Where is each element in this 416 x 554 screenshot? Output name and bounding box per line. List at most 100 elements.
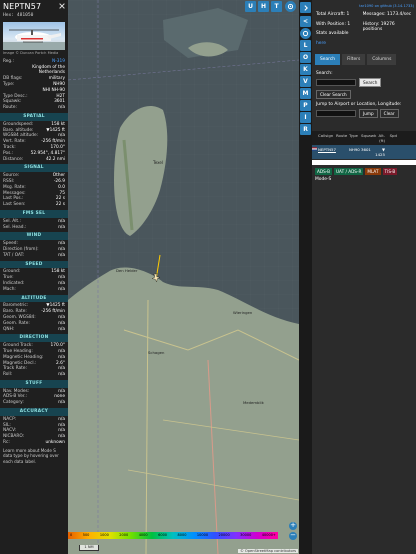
info-value: 42.2 nmi <box>45 156 65 162</box>
altitude-tick: 0 <box>70 533 73 537</box>
altitude-tick: 40000+ <box>261 533 276 537</box>
row-callsign: NEPTN57 <box>318 147 336 153</box>
strip-button-i[interactable]: I <box>300 112 311 123</box>
info-row: Mach: n/a <box>0 287 68 293</box>
info-label: Mach: <box>3 286 16 292</box>
strip-button-m[interactable]: M <box>300 88 311 99</box>
aircraft-info-panel: NEPTN57 Hex: 481050 Image © Duncan Portc… <box>0 0 68 554</box>
info-label: Reg.: <box>3 58 14 64</box>
altitude-tick: 20000 <box>218 533 230 537</box>
altitude-tick: 1000 <box>99 533 109 537</box>
col-callsign[interactable]: Callsign <box>318 133 336 143</box>
row-altitude: ▼ 1425 <box>375 147 385 158</box>
search-area: Search: Search Clear Search Jump to Airp… <box>312 65 416 127</box>
aircraft-photo[interactable] <box>3 22 65 50</box>
col-speed[interactable]: Spd <box>385 133 397 143</box>
info-value: 22 s <box>55 202 65 208</box>
table-row[interactable]: NEPTN57 NH90 3601 ▼ 1425 <box>312 145 416 160</box>
altitude-tick: 500 <box>82 533 90 537</box>
section-header[interactable]: SIGNAL <box>0 164 68 173</box>
section-header[interactable]: ALTITUDE <box>0 294 68 303</box>
col-type[interactable]: Type <box>349 133 361 143</box>
search-input[interactable] <box>316 79 356 87</box>
info-row: Roll: n/a <box>0 372 68 378</box>
info-value: n/a <box>58 224 65 230</box>
search-label: Search: <box>316 71 333 77</box>
altitude-legend: 0 500 1000 2000 4000 6000 8000 10000 20000 30000 4… <box>68 532 299 539</box>
map-view[interactable]: Den Helder Texel Wieringen Schagen Medem… <box>68 0 299 554</box>
col-route[interactable]: Route <box>336 133 349 143</box>
section-header[interactable]: STUFF <box>0 379 68 388</box>
stats-available: Stats available <box>316 31 349 37</box>
section-header[interactable]: SPATIAL <box>0 113 68 121</box>
aircraft-list-panel: tar1090 on github (3.14.1733) Total Airc… <box>312 0 416 554</box>
strip-button-l[interactable]: L <box>300 40 311 51</box>
info-label: Sel. Head.: <box>3 224 27 230</box>
panel-tabs: Search Filters Columns <box>312 46 416 66</box>
info-row: TAT / OAT: n/a <box>0 253 68 259</box>
section-header[interactable]: FMS SEL <box>0 209 68 218</box>
place-label-schagen: Schagen <box>148 350 165 355</box>
close-icon[interactable] <box>59 3 65 9</box>
layers-icon[interactable] <box>300 28 311 39</box>
row-route <box>336 147 349 157</box>
with-position: With Position: 1 <box>316 21 351 27</box>
strip-button-o[interactable]: O <box>300 52 311 63</box>
section-header[interactable]: ACCURACY <box>0 408 68 416</box>
search-button[interactable]: Search <box>359 78 382 88</box>
section-header[interactable]: SPEED <box>0 260 68 269</box>
info-value: Kingdom of the Netherlands <box>32 64 65 76</box>
info-value: n/a <box>58 400 65 406</box>
place-label-wieringen: Wieringen <box>233 310 253 315</box>
info-value: unknown <box>45 440 65 446</box>
info-value: n/a <box>58 372 65 378</box>
clear-button[interactable]: Clear <box>379 109 399 119</box>
info-row: Kingdom of the Netherlands <box>0 65 68 77</box>
jump-input[interactable] <box>316 110 356 118</box>
tab-search[interactable]: Search <box>315 54 341 66</box>
aircraft-table: Callsign Route Type Squawk Alt.(ft) Spd … <box>312 131 416 166</box>
section-header[interactable]: WIND <box>0 232 68 241</box>
section-header[interactable]: DIRECTION <box>0 334 68 343</box>
strip-button-collapse[interactable]: < <box>300 16 311 27</box>
tab-columns[interactable]: Columns <box>367 54 397 66</box>
place-label-texel: Texel <box>153 160 163 165</box>
strip-button-r[interactable]: R <box>300 124 311 135</box>
button-u[interactable]: U <box>245 1 256 12</box>
map-canvas[interactable] <box>68 0 299 554</box>
info-label: Distance: <box>3 156 24 162</box>
aircraft-header: NEPTN57 Hex: 481050 <box>0 0 68 22</box>
info-label: Type: <box>3 82 15 88</box>
place-label-medemblik: Medemblik <box>243 400 264 405</box>
info-value: n/a <box>58 252 65 258</box>
table-header: Callsign Route Type Squawk Alt.(ft) Spd <box>312 131 416 146</box>
row-type: NH90 <box>349 147 360 153</box>
strip-button-k[interactable]: K <box>300 64 311 75</box>
map-attribution[interactable]: © OpenStreetMap contributors <box>238 549 298 553</box>
button-h[interactable]: H <box>258 1 269 12</box>
version-link[interactable]: tar1090 on github (3.14.1733) <box>312 0 416 8</box>
zoom-in-button[interactable]: + <box>289 522 297 530</box>
place-label-den-helder: Den Helder <box>116 268 138 273</box>
button-t[interactable]: T <box>271 1 282 12</box>
jump-button[interactable]: Jump <box>359 109 378 119</box>
altitude-tick: 10000 <box>196 533 209 537</box>
stats-link[interactable]: here <box>316 41 363 46</box>
tab-filters[interactable]: Filters <box>342 54 366 66</box>
info-value: n/a <box>58 286 65 292</box>
chevron-right-icon[interactable] <box>300 2 311 13</box>
row-squawk: 3601 <box>361 147 371 153</box>
info-label: Rc: <box>3 440 10 446</box>
callsign-title: NEPTN57 <box>3 2 42 11</box>
jump-label: Jump to Airport or Location, Longitude: <box>316 102 402 108</box>
altitude-tick: 8000 <box>177 533 187 537</box>
info-row: Sel. Head.: n/a <box>0 225 68 231</box>
altitude-tick: 30000 <box>240 533 252 537</box>
clear-search-button[interactable]: Clear Search <box>316 90 351 100</box>
info-label: Route: <box>3 105 17 111</box>
strip-button-v[interactable]: V <box>300 76 311 87</box>
settings-icon[interactable] <box>285 1 296 12</box>
col-altitude[interactable]: Alt.(ft) <box>373 133 385 143</box>
strip-button-p[interactable]: P <box>300 100 311 111</box>
col-squawk[interactable]: Squawk <box>361 133 376 143</box>
